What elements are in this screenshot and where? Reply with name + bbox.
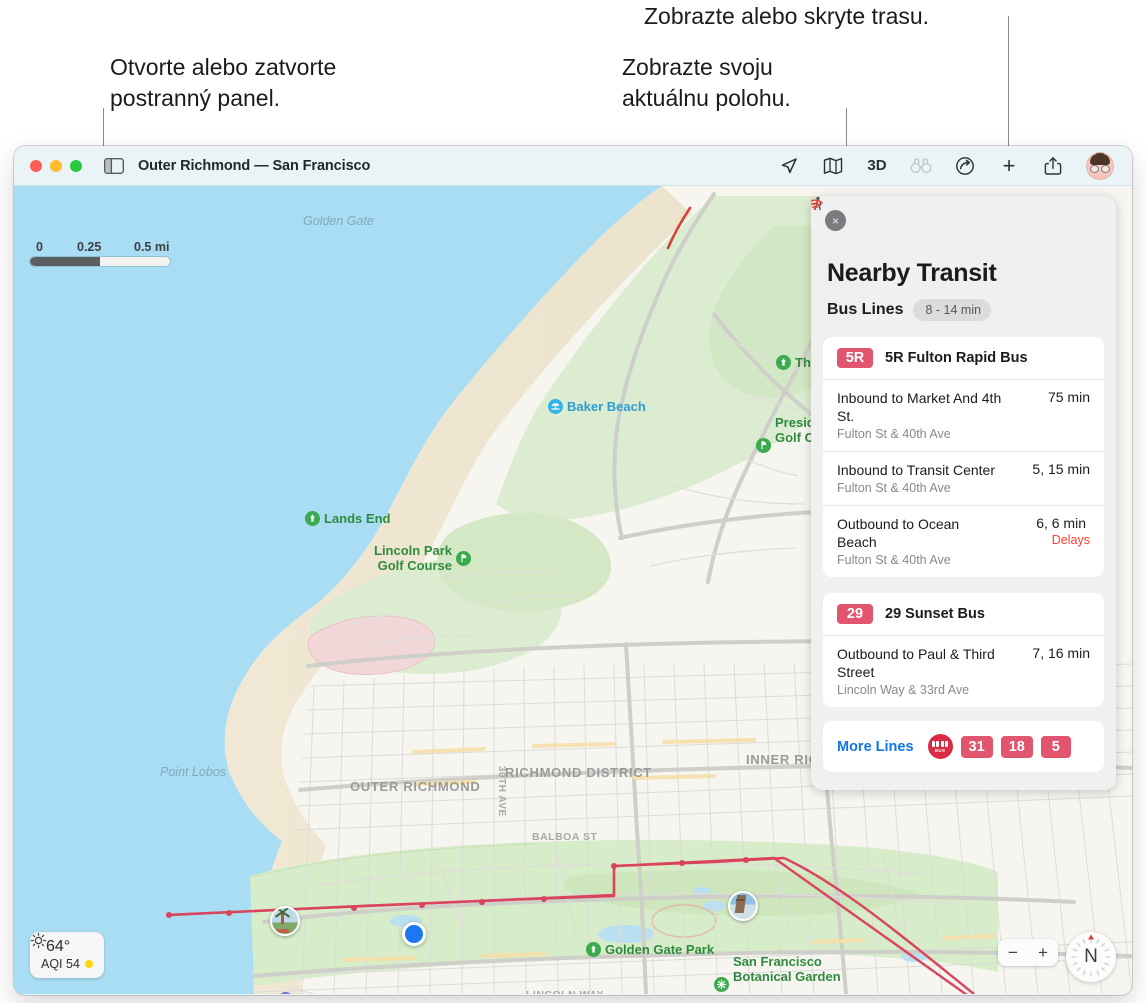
departure-left: Inbound to Transit Center Fulton St & 40… — [837, 461, 995, 495]
departure-times: 6, 6 min — [1036, 515, 1086, 531]
bus-windows — [931, 740, 949, 747]
window-controls[interactable] — [30, 159, 82, 172]
line-header[interactable]: 5R 5R Fulton Rapid Bus — [823, 337, 1104, 379]
departure-delays: Delays — [1051, 533, 1090, 547]
panel-title: Nearby Transit — [827, 259, 997, 287]
route-icon[interactable] — [954, 155, 976, 177]
zoom-window-button[interactable] — [70, 159, 82, 172]
page-title: Outer Richmond — San Francisco — [138, 157, 371, 174]
line-name: 5R Fulton Rapid Bus — [885, 350, 1028, 366]
callout-location-text: Zobrazte svoju aktuálnu polohu. — [622, 54, 791, 111]
add-button[interactable]: + — [998, 153, 1020, 178]
more-line-badge[interactable]: 31 — [960, 735, 993, 758]
avatar-lens-right — [1101, 164, 1110, 173]
panel-subtitle-row: Bus Lines 8 - 14 min — [811, 196, 1116, 321]
map-marker-tower-photo[interactable] — [728, 891, 758, 921]
map-icon[interactable] — [822, 155, 844, 177]
window-titlebar: Outer Richmond — San Francisco 3D + — [14, 146, 1132, 186]
departure-stop: Fulton St & 40th Ave — [837, 553, 951, 567]
departure-left: Inbound to Market And 4th St. Fulton St … — [837, 389, 1022, 441]
map-canvas[interactable]: Golden Gate Baker Beach The Presidio Gol… — [14, 186, 1132, 994]
walk-time-chip: 8 - 14 min — [813, 196, 992, 321]
transit-line-card[interactable]: 5R 5R Fulton Rapid Bus Inbound to Market… — [811, 199, 1104, 577]
weather-widget[interactable]: 64° AQI 54 — [30, 932, 104, 978]
avatar-bun — [1096, 152, 1104, 157]
sidebar-toggle-icon[interactable] — [103, 157, 125, 174]
more-lines-card[interactable]: More Lines BUS 31 18 5 — [823, 721, 1104, 772]
departure-right: 5, 15 min — [1032, 461, 1090, 495]
zoom-in-button[interactable]: + — [1038, 944, 1048, 961]
panel-subtitle: Bus Lines — [827, 301, 904, 318]
departure-times: 75 min — [1047, 389, 1090, 405]
departure-left: Outbound to Paul & Third Street Lincoln … — [837, 645, 1002, 697]
departure-times: 5, 15 min — [1032, 461, 1090, 477]
scale-mid: 0.25 — [77, 240, 102, 254]
map-marker-windmill-photo[interactable] — [270, 906, 300, 936]
departure-direction: Outbound to Paul & Third Street — [837, 646, 995, 680]
close-window-button[interactable] — [30, 159, 42, 172]
departure-times: 7, 16 min — [1032, 645, 1090, 661]
close-icon[interactable]: × — [825, 210, 846, 231]
walk-time-value: 8 - 14 min — [925, 303, 982, 317]
callout-route-text: Zobrazte alebo skryte trasu. — [644, 3, 930, 29]
minimize-window-button[interactable] — [50, 159, 62, 172]
departure-right: 7, 16 min — [1032, 645, 1090, 697]
aqi-level-dot — [84, 960, 93, 968]
departure-direction: Outbound to Ocean Beach — [837, 516, 960, 550]
scale-bar-track — [30, 257, 170, 266]
compass-control[interactable]: N — [1066, 932, 1116, 982]
aqi-value: AQI 54 — [41, 957, 80, 971]
line-header[interactable]: 29 29 Sunset Bus — [823, 593, 1104, 635]
departure-row[interactable]: Outbound to Ocean Beach Fulton St & 40th… — [811, 199, 1104, 577]
callout-sidebar-text: Otvorte alebo zatvorte postranný panel. — [110, 54, 337, 111]
callout-route-line — [1008, 16, 1009, 160]
more-line-badge[interactable]: 18 — [1000, 735, 1033, 758]
3d-toggle-button[interactable]: 3D — [866, 155, 888, 177]
toolbar-right: 3D + — [778, 151, 1120, 180]
departure-row[interactable]: Inbound to Transit Center Fulton St & 40… — [823, 451, 1104, 505]
bus-icon: BUS — [927, 734, 953, 759]
screenshot-root: Otvorte alebo zatvorte postranný panel. … — [0, 0, 1146, 1003]
current-location-dot — [402, 922, 426, 946]
line-name: 29 Sunset Bus — [885, 606, 985, 622]
departure-right: 75 min — [1048, 389, 1090, 441]
scale-zero: 0 — [36, 240, 43, 254]
more-lines-row[interactable]: More Lines BUS 31 18 5 — [823, 721, 1104, 772]
avatar-lens-left — [1090, 164, 1099, 173]
departure-row[interactable]: Inbound to Market And 4th St. Fulton St … — [823, 379, 1104, 451]
zoom-out-button[interactable]: − — [1008, 944, 1018, 961]
binoculars-icon[interactable] — [910, 155, 932, 177]
more-lines-link[interactable]: More Lines — [837, 739, 914, 755]
map-scale-bar: 0 0.25 0.5 mi — [30, 240, 170, 266]
maps-window: Outer Richmond — San Francisco 3D + Gold… — [14, 146, 1132, 995]
departure-left: Outbound to Ocean Beach Fulton St & 40th… — [837, 515, 987, 567]
departure-direction: Inbound to Transit Center — [837, 462, 995, 478]
departure-stop: Lincoln Way & 33rd Ave — [837, 683, 970, 697]
departure-stop: Fulton St & 40th Ave — [837, 481, 951, 495]
compass-north-label: N — [1084, 946, 1098, 967]
nearby-transit-panel: × Nearby Transit Bus Lines 8 - 14 min 5R… — [811, 196, 1116, 790]
more-line-badge[interactable]: 5 — [1040, 735, 1071, 758]
line-badge: 5R — [837, 348, 873, 368]
line-badge: 29 — [837, 604, 873, 624]
departure-times-row: 6, 6 min — [811, 199, 1090, 531]
departure-row[interactable]: Outbound to Paul & Third Street Lincoln … — [823, 635, 1104, 707]
departure-direction: Inbound to Market And 4th St. — [837, 390, 1002, 424]
zoom-controls[interactable]: − + — [998, 939, 1058, 966]
weather-temperature: 64° — [46, 938, 71, 955]
weather-aqi-row: AQI 54 — [41, 957, 93, 971]
departure-right: 6, 6 min Delays — [811, 199, 1090, 567]
scale-bar-fill — [30, 257, 100, 266]
scale-max: 0.5 mi — [134, 240, 170, 254]
bus-icon-label: BUS — [934, 747, 946, 753]
share-icon[interactable] — [1042, 155, 1064, 177]
location-arrow-icon[interactable] — [778, 155, 800, 177]
transit-line-card[interactable]: 29 29 Sunset Bus Outbound to Paul & Thir… — [823, 593, 1104, 707]
weather-temp-row: 64° — [30, 932, 93, 956]
avatar[interactable] — [1086, 151, 1114, 180]
departure-stop: Fulton St & 40th Ave — [837, 427, 951, 441]
